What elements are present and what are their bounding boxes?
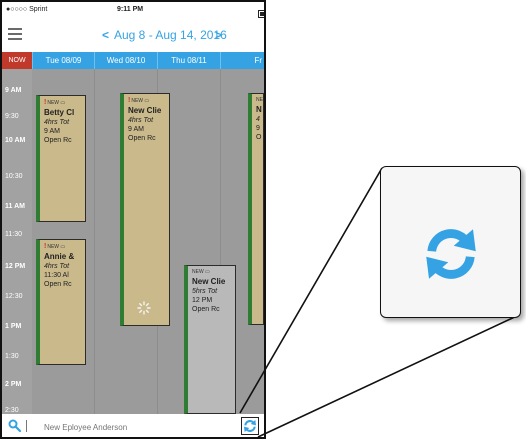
- refresh-button[interactable]: [241, 417, 259, 435]
- shift-card[interactable]: !NEW ▭ Betty Cl 4hrs Tot 9 AM Open Rc: [36, 95, 86, 222]
- column-divider: [94, 69, 95, 414]
- time-label: 10:30: [5, 173, 23, 180]
- shift-client: N: [256, 105, 262, 114]
- shift-status: Open Rc: [128, 135, 156, 142]
- time-label: 9:30: [5, 113, 19, 120]
- status-bar: ●○○○○ Sprint 9:11 PM: [2, 2, 264, 18]
- time-label: 11:30: [5, 231, 22, 238]
- calendar-grid: 9 AM 9:30 10 AM 10:30 11 AM 11:30 12 PM …: [2, 69, 264, 414]
- shift-duration: 4hrs Tot: [44, 263, 70, 270]
- shift-time: 9 AM: [128, 126, 144, 133]
- zoom-callout: [380, 166, 521, 318]
- new-badge: NEW ▭: [192, 269, 210, 275]
- shift-duration: 5hrs Tot: [192, 288, 218, 295]
- shift-client: Betty Cl: [44, 108, 75, 117]
- refresh-icon-enlarged: [426, 229, 476, 279]
- nav-bar: < Aug 8 - Aug 14, 2016 >: [2, 18, 264, 52]
- shift-status: O: [256, 134, 262, 141]
- search-icon[interactable]: [8, 419, 22, 433]
- carrier-label: ●○○○○ Sprint: [6, 6, 48, 13]
- time-label: 12 PM: [5, 263, 26, 270]
- day-thu[interactable]: Thu 08/11: [157, 52, 220, 69]
- shift-client: New Clie: [128, 106, 162, 115]
- shift-card[interactable]: !NEW ▭ Annie & 4hrs Tot 11:30 Al Open Rc: [36, 239, 86, 365]
- time-label: 10 AM: [5, 137, 26, 144]
- time-label: 2:30: [5, 407, 19, 414]
- shift-status: Open Rc: [192, 306, 220, 313]
- shift-duration: 4: [256, 116, 260, 123]
- time-column: [2, 69, 32, 414]
- refresh-icon: [244, 419, 256, 433]
- bottom-bar: [2, 414, 264, 437]
- shift-card[interactable]: NEW ▭ New Clie 5hrs Tot 12 PM Open Rc: [184, 265, 236, 414]
- day-tue[interactable]: Tue 08/09: [32, 52, 94, 69]
- shift-card[interactable]: !NEW ▭ New Clie 4hrs Tot 9 AM Open Rc: [120, 93, 170, 326]
- shift-client: Annie &: [44, 252, 75, 261]
- prev-week-button[interactable]: <: [102, 28, 109, 42]
- time-label: 9 AM: [5, 87, 22, 94]
- new-badge: NE: [256, 97, 263, 103]
- employee-search-input[interactable]: [42, 419, 226, 435]
- day-header: NOW Tue 08/09 Wed 08/10 Thu 08/11 Fr: [2, 52, 264, 69]
- shift-card[interactable]: NE N 4 9 O: [248, 93, 264, 325]
- time-label: 2 PM: [5, 381, 22, 388]
- divider: [26, 420, 27, 432]
- time-label: 1 PM: [5, 323, 22, 330]
- new-badge: !NEW ▭: [44, 243, 66, 250]
- day-wed[interactable]: Wed 08/10: [94, 52, 157, 69]
- shift-duration: 4hrs Tot: [128, 117, 154, 124]
- time-label: 11 AM: [5, 203, 25, 210]
- shift-time: 12 PM: [192, 297, 213, 304]
- phone-screen: ●○○○○ Sprint 9:11 PM < Aug 8 - Aug 14, 2…: [0, 0, 266, 439]
- loading-spinner-icon: [137, 301, 151, 315]
- shift-duration: 4hrs Tot: [44, 119, 70, 126]
- shift-status: Open Rc: [44, 137, 72, 144]
- shift-time: 11:30 Al: [44, 272, 69, 279]
- hamburger-icon[interactable]: [8, 28, 22, 40]
- date-range-title: Aug 8 - Aug 14, 2016: [114, 28, 227, 42]
- now-button[interactable]: NOW: [2, 52, 32, 69]
- clock: 9:11 PM: [117, 6, 144, 13]
- shift-time: 9 AM: [44, 128, 60, 135]
- time-label: 12:30: [5, 293, 23, 300]
- time-label: 1:30: [5, 353, 19, 360]
- new-badge: !NEW ▭: [44, 99, 66, 106]
- shift-status: Open Rc: [44, 281, 72, 288]
- shift-client: New Clie: [192, 277, 226, 286]
- shift-time: 9: [256, 125, 260, 132]
- next-week-button[interactable]: >: [215, 28, 222, 42]
- new-badge: !NEW ▭: [128, 97, 150, 104]
- day-fri[interactable]: Fr: [220, 52, 264, 69]
